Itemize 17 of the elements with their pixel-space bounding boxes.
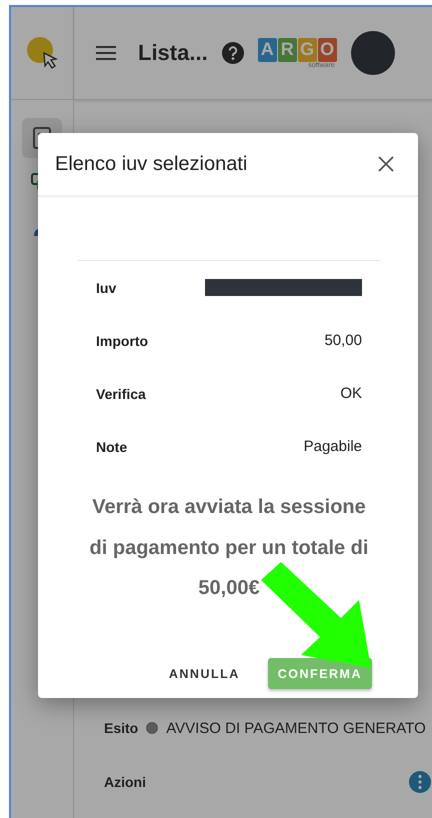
page-title: Lista... <box>138 40 208 66</box>
confirmation-message: Verrà ora avviata la sessione di pagamento per un totale di 50,00€ <box>88 495 370 601</box>
row-label: Importo <box>96 332 148 348</box>
row-label: Note <box>96 438 128 454</box>
status-text: AVVISO DI PAGAMENTO GENERATO <box>166 720 426 736</box>
dialog-title: Elenco iuv selezionati <box>55 152 248 176</box>
row-label: Iuv <box>96 280 116 296</box>
field-label: Esito <box>104 720 138 736</box>
logo-letter: R <box>278 38 297 62</box>
field-label: Azioni <box>104 774 146 790</box>
logo-letter: G <box>298 38 317 62</box>
row-label: Verifica <box>96 386 146 402</box>
logo-letter: O <box>318 38 337 62</box>
row-value: OK <box>340 385 362 402</box>
row-value: Pagabile <box>304 438 362 455</box>
logo-letter: A <box>258 38 277 62</box>
row-value: 50,00 <box>324 332 362 349</box>
